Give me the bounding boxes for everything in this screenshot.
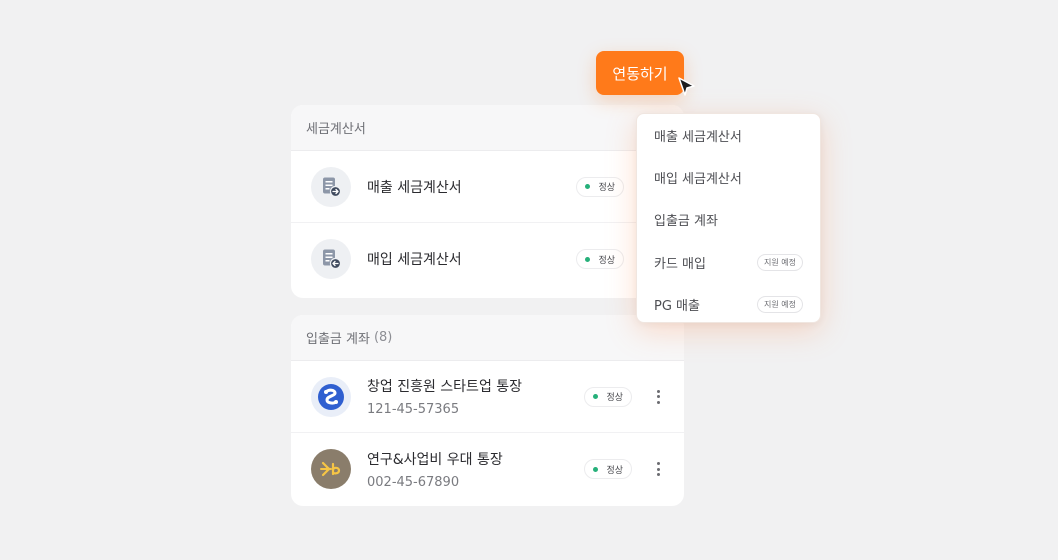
list-item-sales-invoice[interactable]: 매출 세금계산서 정상 xyxy=(291,151,684,223)
list-item-startup-account[interactable]: 창업 진흥원 스타트업 통장 121-45-57365 정상 xyxy=(291,361,684,433)
status-badge: 정상 xyxy=(576,249,624,269)
account-card-title: 입출금 계좌 xyxy=(306,332,370,347)
menu-item-pg-sales[interactable]: PG 매출 지원 예정 xyxy=(637,284,820,326)
coming-soon-tag: 지원 예정 xyxy=(757,296,803,314)
status-badge: 정상 xyxy=(576,176,624,197)
status-dot-icon xyxy=(593,466,599,472)
more-options-icon[interactable] xyxy=(650,459,666,479)
menu-item-bank-account[interactable]: 입출금 계좌 xyxy=(637,199,820,241)
account-card: 입출금 계좌 (8) 창업 진흥원 스타트업 통장 121-45-57365 정… xyxy=(291,315,684,506)
sales-invoice-label: 매출 세금계산서 xyxy=(367,179,462,196)
doc-arrow-left-icon xyxy=(311,239,351,279)
list-item-research-account[interactable]: 연구&사업비 우대 통장 002-45-67890 정상 xyxy=(291,433,684,505)
status-dot-icon xyxy=(585,256,591,262)
list-item-purchase-invoice[interactable]: 매입 세금계산서 정상 xyxy=(291,223,684,295)
status-badge: 정상 xyxy=(584,459,632,479)
status-dot-icon xyxy=(593,394,599,399)
kb-bank-logo xyxy=(311,449,351,489)
menu-item-purchase-invoice[interactable]: 매입 세금계산서 xyxy=(637,156,820,198)
account-number: 121-45-57365 xyxy=(367,402,460,417)
menu-item-card-purchase[interactable]: 카드 매입 지원 예정 xyxy=(637,241,820,283)
purchase-invoice-label: 매입 세금계산서 xyxy=(367,252,462,268)
tax-invoice-card-title: 세금계산서 xyxy=(306,122,366,137)
status-dot-icon xyxy=(585,184,591,189)
mouse-cursor-icon xyxy=(678,77,695,96)
account-count: (8) xyxy=(373,330,393,345)
coming-soon-tag: 지원 예정 xyxy=(757,253,803,271)
account-card-header: 입출금 계좌 (8) xyxy=(291,315,684,361)
shinhan-bank-logo xyxy=(311,376,351,417)
doc-arrow-right-icon xyxy=(311,166,351,207)
more-options-icon[interactable] xyxy=(650,387,666,407)
tax-invoice-card: 세금계산서 매출 세금계산서 정상 매입 세금계산서 정상 xyxy=(291,105,684,298)
account-number: 002-45-67890 xyxy=(367,474,460,490)
tax-invoice-card-header: 세금계산서 xyxy=(291,105,684,151)
account-name: 창업 진흥원 스타트업 통장 xyxy=(367,379,523,395)
menu-item-sales-invoice[interactable]: 매출 세금계산서 xyxy=(637,114,820,156)
status-badge: 정상 xyxy=(584,386,632,407)
account-name: 연구&사업비 우대 통장 xyxy=(367,451,503,468)
connect-dropdown-menu: 매출 세금계산서 매입 세금계산서 입출금 계좌 카드 매입 지원 예정 PG … xyxy=(636,113,821,323)
connect-button[interactable]: 연동하기 xyxy=(596,51,684,95)
